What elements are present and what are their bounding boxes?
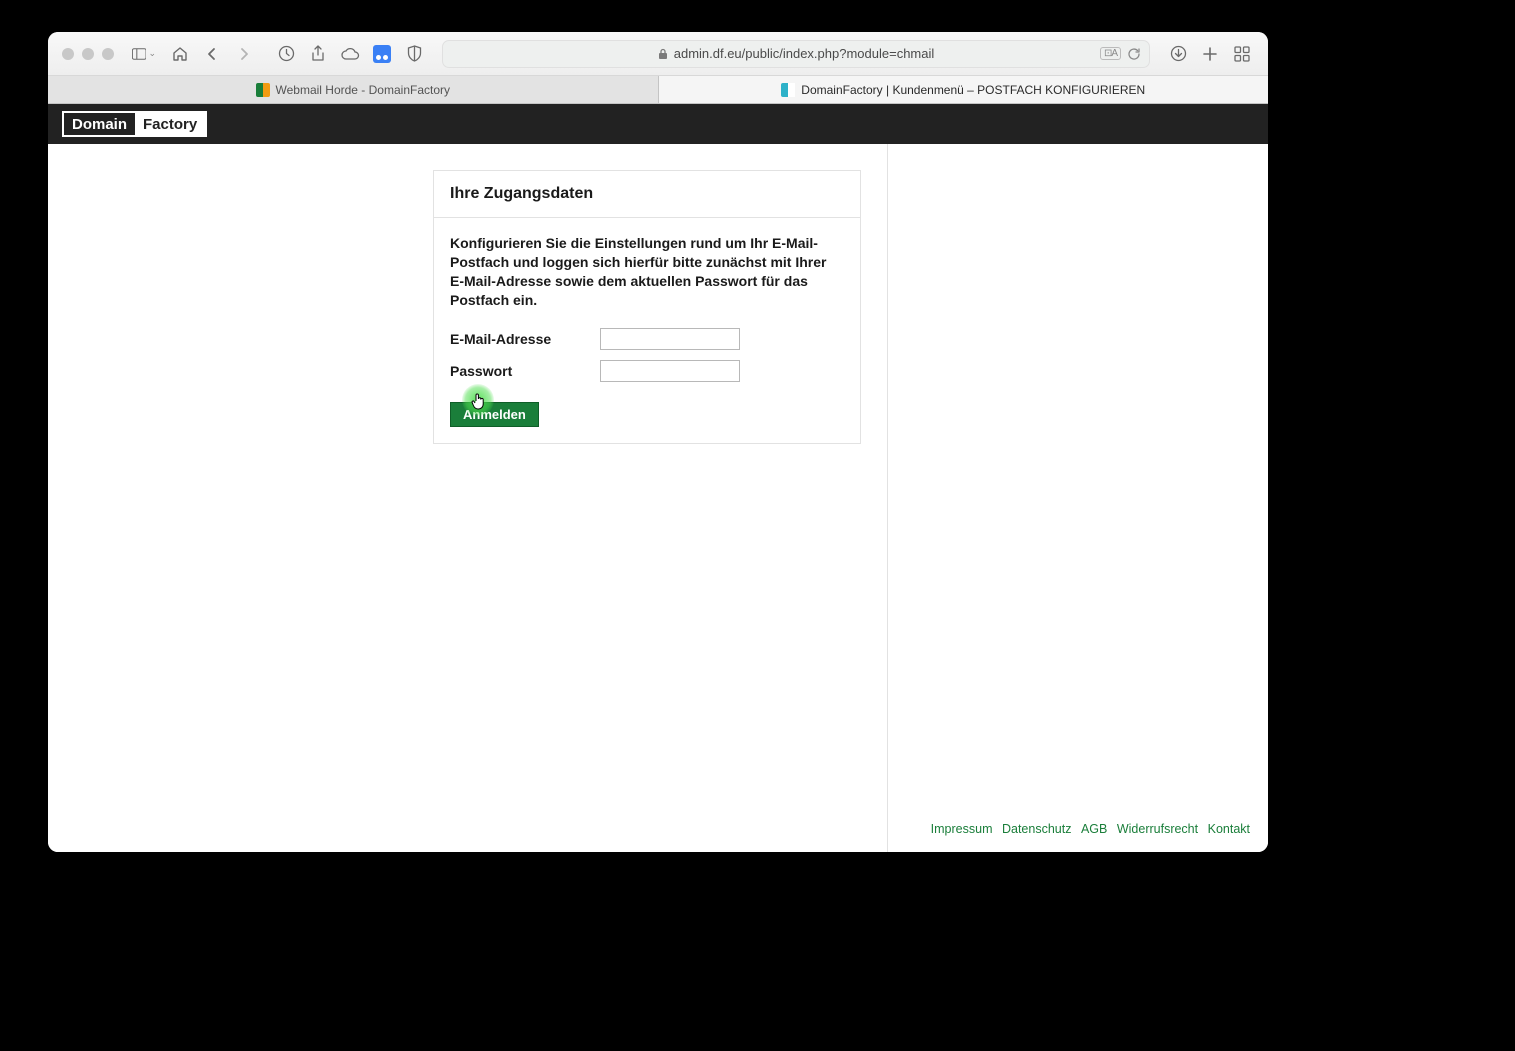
sidebar-toggle-button[interactable]: ⌄ — [132, 42, 156, 66]
page-footer: Impressum Datenschutz AGB Widerrufsrecht… — [925, 822, 1250, 836]
login-button[interactable]: Anmelden — [450, 402, 539, 427]
zoom-window-button[interactable] — [102, 48, 114, 60]
intro-text: Konfigurieren Sie die Einstellungen rund… — [450, 234, 844, 310]
downloads-button[interactable] — [1166, 42, 1190, 66]
email-input[interactable] — [600, 328, 740, 350]
footer-link-kontakt[interactable]: Kontakt — [1208, 822, 1250, 836]
page-content: Domain Factory Ihre Zugangsdaten Konfigu… — [48, 104, 1268, 852]
password-label: Passwort — [450, 363, 600, 379]
history-button[interactable] — [274, 42, 298, 66]
logo-right: Factory — [135, 113, 205, 135]
cloud-button[interactable] — [338, 42, 362, 66]
card-title: Ihre Zugangsdaten — [434, 171, 860, 218]
divider — [887, 144, 888, 852]
email-label: E-Mail-Adresse — [450, 331, 600, 347]
address-bar[interactable]: admin.df.eu/public/index.php?module=chma… — [442, 40, 1150, 68]
footer-link-datenschutz[interactable]: Datenschutz — [1002, 822, 1071, 836]
favicon-icon — [781, 83, 795, 97]
tab-webmail[interactable]: Webmail Horde - DomainFactory — [48, 76, 659, 103]
tab-domainfactory[interactable]: DomainFactory | Kundenmenü – POSTFACH KO… — [659, 76, 1269, 103]
logo-left: Domain — [64, 113, 135, 135]
url-text: admin.df.eu/public/index.php?module=chma… — [674, 46, 935, 61]
tab-bar: Webmail Horde - DomainFactory DomainFact… — [48, 76, 1268, 104]
new-tab-button[interactable] — [1198, 42, 1222, 66]
password-input[interactable] — [600, 360, 740, 382]
page-body: Ihre Zugangsdaten Konfigurieren Sie die … — [48, 144, 1268, 852]
chevron-down-icon: ⌄ — [148, 48, 156, 59]
logo[interactable]: Domain Factory — [62, 111, 207, 137]
footer-link-impressum[interactable]: Impressum — [931, 822, 993, 836]
window-controls — [62, 48, 114, 60]
footer-link-agb[interactable]: AGB — [1081, 822, 1107, 836]
email-row: E-Mail-Adresse — [450, 328, 844, 350]
app-icon[interactable] — [370, 42, 394, 66]
browser-toolbar: ⌄ — [48, 32, 1268, 76]
translate-icon[interactable]: ⊡A — [1100, 47, 1121, 60]
lock-icon — [658, 48, 668, 60]
footer-link-widerrufsrecht[interactable]: Widerrufsrecht — [1117, 822, 1198, 836]
forward-button[interactable] — [232, 42, 256, 66]
share-button[interactable] — [306, 42, 330, 66]
tab-label: Webmail Horde - DomainFactory — [276, 83, 451, 97]
tab-label: DomainFactory | Kundenmenü – POSTFACH KO… — [801, 83, 1145, 97]
favicon-icon — [256, 83, 270, 97]
password-row: Passwort — [450, 360, 844, 382]
privacy-shield-button[interactable] — [402, 42, 426, 66]
reload-button[interactable] — [1127, 47, 1141, 61]
login-card: Ihre Zugangsdaten Konfigurieren Sie die … — [433, 170, 861, 444]
tab-overview-button[interactable] — [1230, 42, 1254, 66]
browser-window: ⌄ — [48, 32, 1268, 852]
page-header: Domain Factory — [48, 104, 1268, 144]
minimize-window-button[interactable] — [82, 48, 94, 60]
close-window-button[interactable] — [62, 48, 74, 60]
back-button[interactable] — [200, 42, 224, 66]
home-button[interactable] — [168, 42, 192, 66]
